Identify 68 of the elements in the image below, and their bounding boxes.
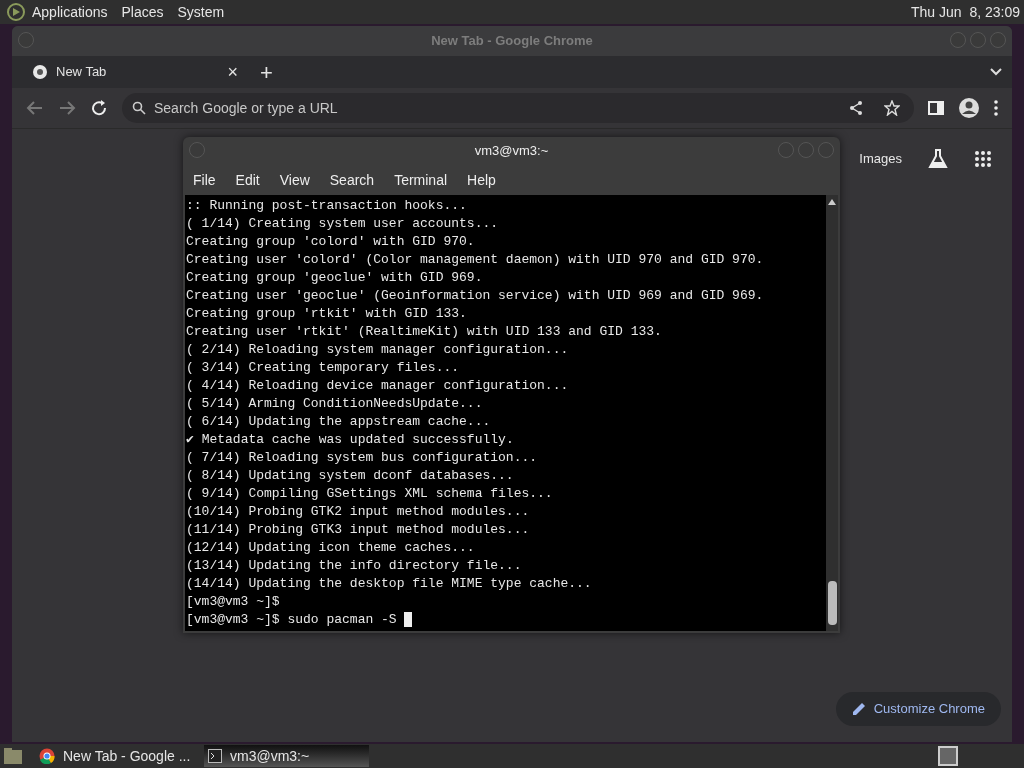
close-tab-button[interactable]: ×	[227, 58, 238, 86]
menu-item[interactable]: Edit	[235, 169, 260, 191]
terminal-line: ( 2/14) Reloading system manager configuration...	[186, 341, 569, 359]
apps-grid-icon[interactable]	[974, 150, 992, 168]
show-desktop-button[interactable]	[938, 746, 958, 766]
terminal-line: ( 6/14) Updating the appstream cache...	[186, 413, 491, 431]
scrollbar[interactable]	[826, 195, 838, 631]
forward-arrow-icon[interactable]	[58, 99, 76, 117]
window-title: vm3@vm3:~	[474, 142, 549, 161]
more-menu-icon[interactable]	[994, 100, 998, 116]
customize-chrome-button[interactable]: Customize Chrome	[835, 692, 1001, 726]
chevron-down-icon[interactable]	[990, 68, 1002, 76]
terminal-line: ( 3/14) Creating temporary files...	[186, 359, 460, 377]
chrome-logo-icon	[39, 748, 55, 764]
terminal-line: ( 7/14) Reloading system bus configuration...	[186, 449, 538, 467]
terminal-line: Creating user 'colord' (Color management daemon) with UID 970 and GID 970.	[186, 251, 764, 269]
scrollbar-thumb[interactable]	[827, 581, 837, 625]
panel-menu[interactable]: Places	[121, 1, 164, 23]
share-icon[interactable]	[848, 100, 864, 116]
reload-icon[interactable]	[90, 99, 108, 117]
terminal-line: ( 1/14) Creating system user accounts...	[186, 215, 499, 233]
terminal-line: Creating group 'geoclue' with GID 969.	[186, 269, 483, 287]
desktop-icon[interactable]	[3, 747, 23, 765]
taskbar-item[interactable]: vm3@vm3:~	[204, 745, 369, 767]
panel-menu[interactable]: Applications	[32, 1, 108, 23]
side-panel-icon[interactable]	[928, 100, 944, 116]
menu-item[interactable]: Search	[329, 169, 375, 191]
terminal-line: [vm3@vm3 ~]$ sudo pacman -S	[186, 611, 413, 629]
flask-icon[interactable]	[928, 149, 948, 169]
pencil-icon	[851, 702, 866, 716]
menu-item[interactable]: Terminal	[394, 169, 448, 191]
terminal-line: (10/14) Probing GTK2 input method modules...	[186, 503, 530, 521]
address-bar[interactable]: Search Google or type a URL	[122, 93, 914, 123]
chrome-logo-icon	[32, 64, 48, 80]
panel-menu[interactable]: System	[177, 1, 225, 23]
terminal-line: ( 5/14) Arming ConditionNeedsUpdate...	[186, 395, 483, 413]
star-icon[interactable]	[884, 100, 900, 116]
menu-item[interactable]: Help	[467, 169, 496, 191]
text-cursor	[404, 612, 413, 628]
browser-tab[interactable]: New Tab ×	[22, 58, 248, 86]
terminal-line: Creating user 'geoclue' (Geoinformation service) with UID 969 and GID 969.	[186, 287, 764, 305]
images-link[interactable]: Images	[859, 149, 902, 169]
terminal-line: Creating user 'rtkit' (RealtimeKit) with UID 133 and GID 133.	[186, 323, 662, 341]
terminal-line: (11/14) Probing GTK3 input method modules...	[186, 521, 530, 539]
terminal-line: ( 8/14) Updating system dconf databases...	[186, 467, 514, 485]
terminal-line: Creating group 'rtkit' with GID 133.	[186, 305, 467, 323]
terminal-line: Creating group 'colord' with GID 970.	[186, 233, 475, 251]
terminal-line: [vm3@vm3 ~]$	[186, 593, 280, 611]
search-icon	[132, 101, 146, 115]
terminal-line: (14/14) Updating the desktop file MIME type cache...	[186, 575, 592, 593]
address-field[interactable]: Search Google or type a URL	[154, 97, 840, 119]
back-arrow-icon[interactable]	[26, 99, 44, 117]
menu-item[interactable]: View	[279, 169, 310, 191]
terminal-line: ✔ Metadata cache was updated successfully.	[186, 431, 514, 449]
terminal-line: :: Running post-transaction hooks...	[186, 197, 467, 215]
terminal-line: ( 4/14) Reloading device manager configuration...	[186, 377, 569, 395]
terminal-line: ( 9/14) Compiling GSettings XML schema files...	[186, 485, 553, 503]
taskbar-item[interactable]: New Tab - Google ...	[35, 745, 200, 767]
window-title: New Tab - Google Chrome	[431, 32, 593, 51]
scroll-up-icon[interactable]	[828, 199, 836, 205]
new-tab-button[interactable]: +	[260, 55, 273, 89]
terminal-line: (13/14) Updating the info directory file...	[186, 557, 522, 575]
terminal-icon	[208, 749, 222, 763]
profile-avatar-icon[interactable]	[958, 97, 980, 119]
clock: Thu Jun 8, 23:09	[911, 2, 1020, 22]
menu-logo-icon[interactable]	[6, 2, 26, 22]
terminal-line: (12/14) Updating icon theme caches...	[186, 539, 475, 557]
menu-item[interactable]: File	[193, 169, 216, 191]
